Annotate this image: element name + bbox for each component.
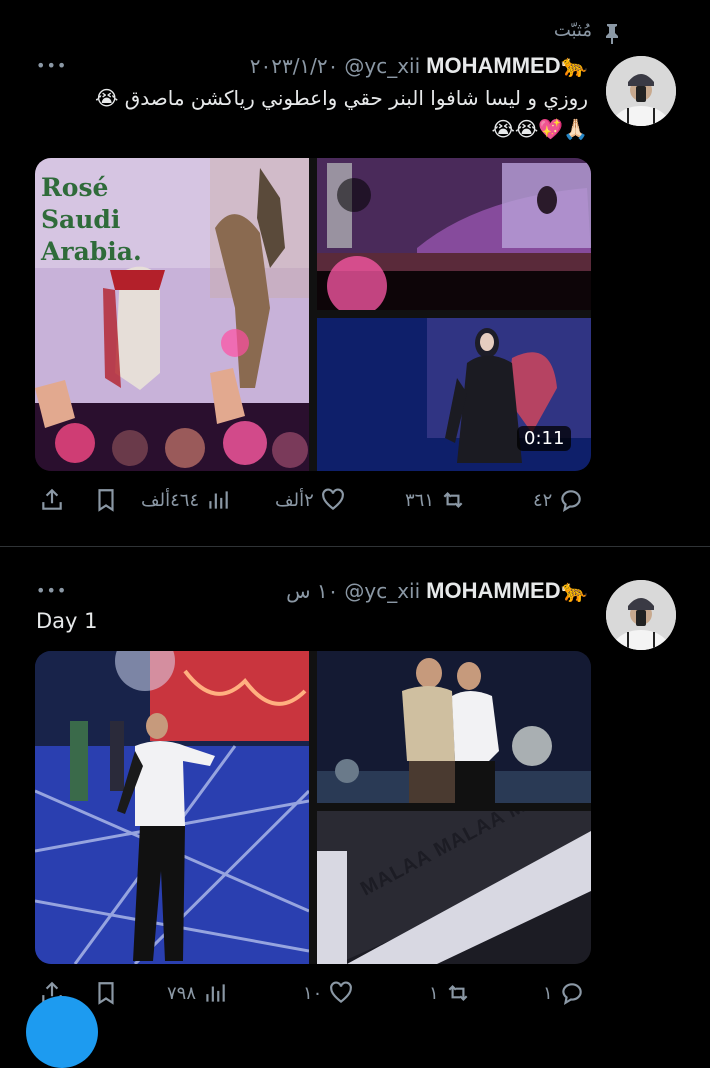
pin-icon [606, 24, 618, 44]
bookmark-icon [98, 489, 114, 512]
tweet-handle[interactable]: @yc_xii [344, 579, 420, 603]
retweets-count: ١ [429, 982, 439, 1004]
retweet-button[interactable]: ٣٦١ [405, 485, 466, 515]
tweet-header: ٢٠٢٣/١/٢٠ @yc_xii MOHAMMED🐆 [250, 53, 588, 79]
share-icon [42, 488, 62, 510]
compose-button[interactable] [26, 996, 98, 1068]
reply-icon [561, 490, 582, 512]
media-image-stage[interactable] [317, 158, 591, 310]
views-button[interactable]: ٤٦٤ألف [141, 485, 231, 515]
bookmark-button[interactable] [93, 978, 119, 1008]
tweet-divider [0, 546, 710, 547]
heart-icon [321, 488, 344, 511]
tweet-author-name[interactable]: MOHAMMED🐆 [426, 53, 588, 79]
reply-button[interactable]: ١ [543, 978, 585, 1008]
retweet-icon [443, 491, 463, 509]
reply-icon [561, 983, 582, 1005]
views-count: ٧٩٨ [167, 982, 197, 1004]
pinned-label: مُثبّت [553, 20, 592, 41]
tweet-text: روزي و ليسا شافوا البنر حقي واعطوني رياك… [95, 86, 588, 110]
more-options-icon[interactable]: ••• [36, 56, 67, 75]
tweet-media-grid[interactable]: MALAA MALAA MALAA [35, 651, 591, 964]
views-icon [209, 491, 228, 509]
tweet-media-grid[interactable]: Rosé Saudi Arabia. 0:11 [35, 158, 591, 471]
tweet-text: Day 1 [36, 609, 98, 633]
media-video-performer[interactable]: 0:11 [317, 318, 591, 471]
heart-icon [330, 981, 353, 1004]
tweet-date: ٢٠٢٣/١/٢٠ [249, 54, 339, 78]
likes-count: ٢ألف [275, 489, 314, 511]
tweet-header: ١٠ س @yc_xii MOHAMMED🐆 [286, 578, 588, 604]
views-button[interactable]: ٧٩٨ [167, 978, 228, 1008]
tweet-text-line-2: 🙏🏻💖😭😭 [491, 117, 588, 141]
no-captions-icon[interactable] [337, 178, 371, 212]
media-image-person-venue[interactable] [35, 651, 309, 964]
retweet-icon [448, 984, 468, 1002]
tweet-time: ١٠ س [286, 579, 339, 603]
retweet-button[interactable]: ١ [429, 978, 471, 1008]
replies-count: ٤٢ [533, 489, 553, 511]
tweet-handle[interactable]: @yc_xii [344, 54, 420, 78]
views-count: ٤٦٤ألف [141, 489, 200, 511]
avatar[interactable] [606, 56, 676, 126]
media-image-fan-sign[interactable]: Rosé Saudi Arabia. [35, 158, 309, 471]
like-button[interactable]: ١٠ [303, 978, 354, 1008]
tweet-actions: ٧٩٨ ١٠ ١ ١ [35, 978, 591, 1008]
fan-sign-text: Rosé Saudi Arabia. [41, 173, 142, 266]
media-image-banner[interactable]: MALAA MALAA MALAA [317, 811, 591, 964]
tweet-actions: ٤٦٤ألف ٢ألف ٣٦١ ٤٢ [35, 485, 591, 515]
bookmark-icon [98, 982, 114, 1005]
tweet-author-name[interactable]: MOHAMMED🐆 [426, 578, 588, 604]
reply-button[interactable]: ٤٢ [533, 485, 584, 515]
more-options-icon[interactable]: ••• [36, 581, 67, 600]
like-button[interactable]: ٢ألف [275, 485, 346, 515]
media-image-two-people[interactable] [317, 651, 591, 803]
likes-count: ١٠ [303, 982, 323, 1004]
share-button[interactable] [39, 485, 65, 515]
retweets-count: ٣٦١ [405, 489, 435, 511]
views-icon [206, 984, 225, 1002]
replies-count: ١ [543, 982, 553, 1004]
avatar[interactable] [606, 580, 676, 650]
video-duration-badge: 0:11 [517, 426, 572, 451]
bookmark-button[interactable] [93, 485, 119, 515]
